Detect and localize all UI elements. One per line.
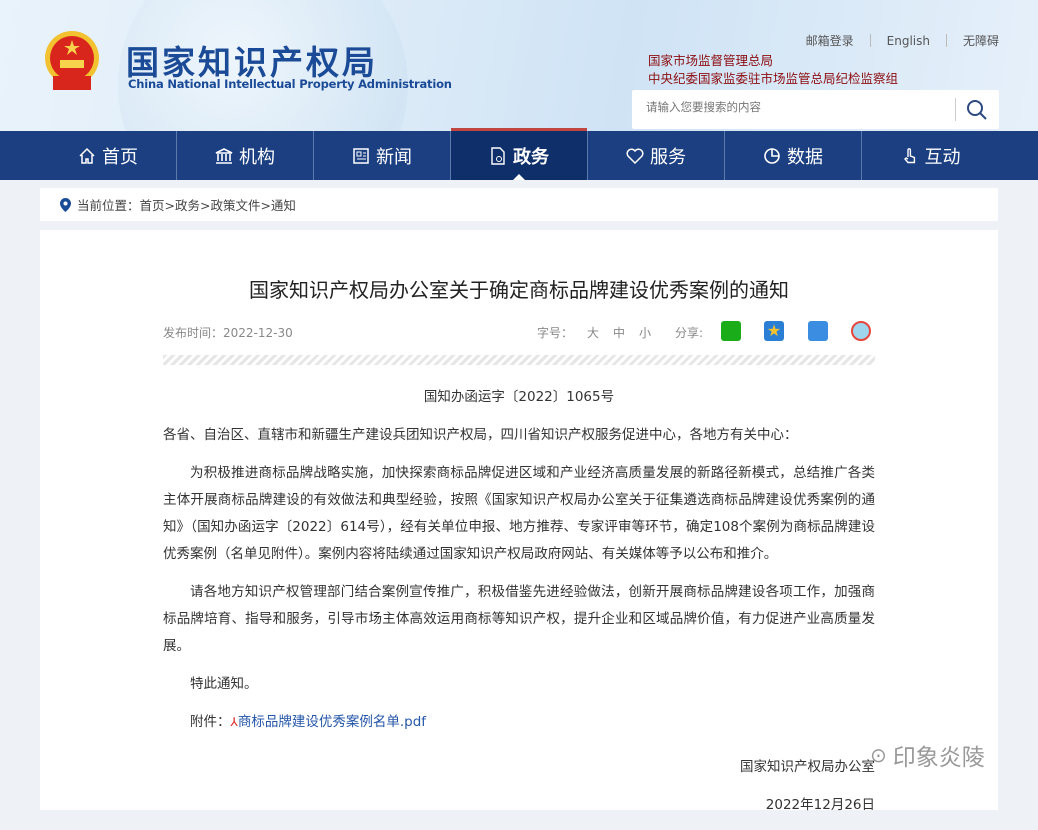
document-number: 国知办函运字〔2022〕1065号 — [423, 389, 615, 405]
english-link[interactable]: English — [887, 34, 930, 48]
attachment-label: 附件： — [190, 714, 231, 730]
font-size-label: 字号： — [537, 326, 574, 340]
national-emblem-icon — [45, 31, 99, 90]
institution-icon — [215, 147, 233, 164]
signer: 国家知识产权局办公室 — [740, 759, 875, 775]
nav-home[interactable]: 首页 — [40, 131, 177, 180]
paragraph: 为积极推进商标品牌战略实施，加快探索商标品牌促进区域和产业经济高质量发展的新路径… — [163, 465, 875, 562]
signing-date: 2022年12月26日 — [765, 797, 875, 813]
watermark-text: 印象炎陵 — [892, 745, 985, 771]
home-icon — [79, 147, 95, 164]
divider-stripe — [163, 355, 875, 365]
breadcrumb: 当前位置：首页>政务>政策文件>通知 — [40, 188, 998, 221]
publish-date: 发布时间：2022-12-30 — [163, 326, 293, 340]
font-large-button[interactable]: 大 — [587, 326, 599, 340]
closing: 特此通知。 — [190, 676, 258, 692]
article-card: 国家知识产权局办公室关于确定商标品牌建设优秀案例的通知 发布时间：2022-12… — [40, 230, 998, 813]
accessibility-link[interactable]: 无障碍 — [963, 32, 999, 49]
paragraph: 请各地方知识产权管理部门结合案例宣传推广，积极借鉴先进经验做法，创新开展商标品牌… — [163, 584, 875, 654]
hand-icon — [903, 147, 915, 163]
qq-share-icon[interactable] — [808, 321, 828, 341]
share-label: 分享: — [675, 326, 704, 340]
breadcrumb-path[interactable]: 首页>政务>政策文件>通知 — [140, 198, 296, 213]
wechat-share-icon[interactable] — [721, 321, 741, 341]
wechat-watermark-icon: ⊙ — [870, 743, 887, 767]
font-small-button[interactable]: 小 — [639, 326, 651, 340]
divider — [945, 34, 947, 47]
location-pin-icon — [60, 197, 71, 212]
watermark: ⊙ 印象炎陵 — [870, 738, 985, 772]
search-icon[interactable] — [965, 98, 989, 122]
nav-label: 新闻 — [376, 146, 412, 168]
nav-label: 政务 — [513, 146, 549, 168]
weibo-share-icon[interactable] — [851, 321, 871, 341]
search-box — [632, 90, 999, 129]
discipline-group-link[interactable]: 中央纪委国家监委驻市场监管总局纪检监察组 — [648, 68, 898, 87]
heart-icon — [626, 148, 644, 164]
site-header: 国家知识产权局 China National Intellectual Prop… — [0, 0, 1038, 131]
nav-data[interactable]: 数据 — [725, 131, 862, 180]
pdf-icon: ⅄ — [230, 715, 238, 729]
pie-chart-icon — [764, 147, 780, 164]
nav-label: 机构 — [239, 146, 275, 168]
nav-interaction[interactable]: 互动 — [862, 131, 999, 180]
email-login-link[interactable]: 邮箱登录 — [806, 32, 854, 49]
qzone-share-icon[interactable]: ★ — [764, 321, 784, 341]
nav-label: 服务 — [650, 146, 686, 168]
article-title: 国家知识产权局办公室关于确定商标品牌建设优秀案例的通知 — [249, 278, 789, 302]
logo-english[interactable]: China National Intellectual Property Adm… — [128, 77, 452, 91]
font-medium-button[interactable]: 中 — [613, 326, 625, 340]
nav-news[interactable]: 新闻 — [314, 131, 451, 180]
nav-government-affairs[interactable]: 政务 — [451, 128, 588, 180]
samr-link[interactable]: 国家市场监督管理总局 — [648, 50, 773, 69]
nav-label: 首页 — [102, 146, 138, 168]
nav-institution[interactable]: 机构 — [177, 131, 314, 180]
divider — [869, 34, 871, 47]
divider — [955, 98, 956, 121]
nav-label: 互动 — [924, 146, 961, 168]
attachment-link[interactable]: 商标品牌建设优秀案例名单.pdf — [238, 714, 426, 730]
nav-service[interactable]: 服务 — [588, 131, 725, 180]
search-input[interactable] — [646, 100, 946, 114]
recipients: 各省、自治区、直辖市和新疆生产建设兵团知识产权局，四川省知识产权服务促进中心，各… — [163, 427, 798, 443]
nav-label: 数据 — [787, 146, 823, 168]
document-icon — [491, 146, 505, 165]
main-nav: 首页 机构 新闻 政务 服务 数据 互动 — [0, 128, 1038, 180]
news-icon — [353, 147, 369, 164]
breadcrumb-label: 当前位置： — [77, 198, 140, 213]
